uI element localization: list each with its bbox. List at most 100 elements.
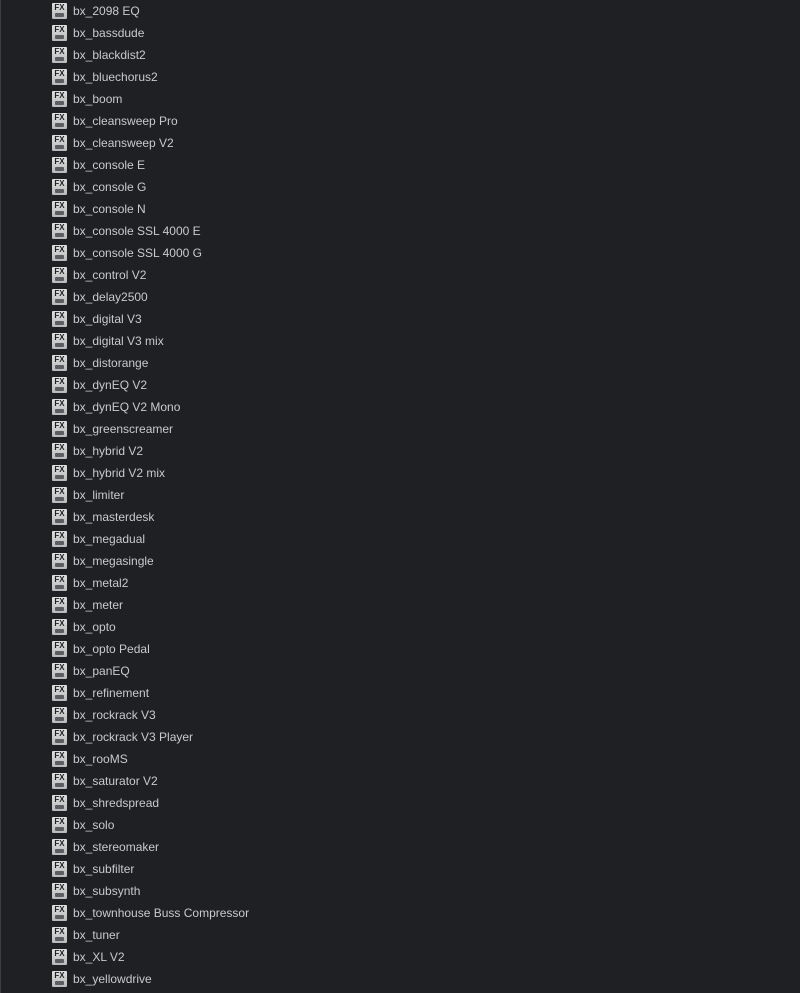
plugin-list-item[interactable]: FX bx_panEQ (52, 660, 130, 682)
plugin-list-item[interactable]: FX bx_townhouse Buss Compressor (52, 902, 249, 924)
fx-plugin-icon: FX (52, 575, 67, 591)
plugin-name-label: bx_yellowdrive (73, 972, 152, 986)
plugin-list-item[interactable]: FX bx_opto (52, 616, 116, 638)
fx-icon-text: FX (54, 3, 65, 12)
plugin-name-label: bx_greenscreamer (73, 422, 174, 436)
fx-icon-plate (55, 673, 64, 677)
fx-icon-text: FX (54, 47, 65, 56)
plugin-list-item[interactable]: FX bx_opto Pedal (52, 638, 150, 660)
plugin-list-item[interactable]: FX bx_digital V3 (52, 308, 142, 330)
fx-icon-plate (55, 233, 64, 237)
plugin-list-item[interactable]: FX bx_distorange (52, 352, 148, 374)
plugin-name-label: bx_boom (73, 92, 123, 106)
plugin-list-item[interactable]: FX bx_megadual (52, 528, 145, 550)
fx-plugin-icon: FX (52, 157, 67, 173)
plugin-list-item[interactable]: FX bx_solo (52, 814, 114, 836)
fx-icon-plate (55, 145, 64, 149)
fx-plugin-icon: FX (52, 685, 67, 701)
fx-icon-plate (55, 299, 64, 303)
fx-icon-text: FX (54, 575, 65, 584)
plugin-name-label: bx_megadual (73, 532, 146, 546)
plugin-list-item[interactable]: FX bx_hybrid V2 mix (52, 462, 165, 484)
fx-icon-plate (55, 211, 64, 215)
plugin-list-item[interactable]: FX bx_delay2500 (52, 286, 148, 308)
plugin-list-item[interactable]: FX bx_bassdude (52, 22, 144, 44)
fx-icon-text: FX (54, 531, 65, 540)
plugin-name-label: bx_opto Pedal (73, 642, 150, 656)
fx-plugin-icon: FX (52, 751, 67, 767)
fx-icon-text: FX (54, 883, 65, 892)
fx-plugin-icon: FX (52, 839, 67, 855)
plugin-name-label: bx_delay2500 (73, 290, 148, 304)
plugin-list-item[interactable]: FX bx_bluechorus2 (52, 66, 158, 88)
plugin-list-item[interactable]: FX bx_shredspread (52, 792, 159, 814)
plugin-list-item[interactable]: FX bx_2098 EQ (52, 0, 140, 22)
plugin-list-item[interactable]: FX bx_dynEQ V2 Mono (52, 396, 180, 418)
fx-icon-plate (55, 827, 64, 831)
fx-plugin-icon: FX (52, 47, 67, 63)
plugin-list-item[interactable]: FX bx_masterdesk (52, 506, 154, 528)
plugin-name-label: bx_digital V3 (73, 312, 142, 326)
plugin-list-item[interactable]: FX bx_stereomaker (52, 836, 159, 858)
plugin-list-item[interactable]: FX bx_subfilter (52, 858, 134, 880)
fx-icon-text: FX (54, 597, 65, 606)
fx-plugin-icon: FX (52, 905, 67, 921)
plugin-list-item[interactable]: FX bx_tuner (52, 924, 120, 946)
plugin-list-item[interactable]: FX bx_XL V2 (52, 946, 125, 968)
plugin-list-item[interactable]: FX bx_boom (52, 88, 122, 110)
fx-icon-text: FX (54, 135, 65, 144)
fx-plugin-icon: FX (52, 311, 67, 327)
fx-icon-plate (55, 959, 64, 963)
plugin-list-item[interactable]: FX bx_console SSL 4000 G (52, 242, 202, 264)
plugin-list-item[interactable]: FX bx_hybrid V2 (52, 440, 143, 462)
plugin-name-label: bx_dynEQ V2 (73, 378, 148, 392)
plugin-list-item[interactable]: FX bx_blackdist2 (52, 44, 146, 66)
fx-plugin-icon: FX (52, 91, 67, 107)
plugin-list-item[interactable]: FX bx_megasingle (52, 550, 154, 572)
plugin-name-label: bx_stereomaker (73, 840, 160, 854)
plugin-name-label: bx_refinement (73, 686, 150, 700)
plugin-list-item[interactable]: FX bx_digital V3 mix (52, 330, 164, 352)
plugin-list-item[interactable]: FX bx_dynEQ V2 (52, 374, 147, 396)
fx-plugin-icon: FX (52, 355, 67, 371)
fx-icon-plate (55, 431, 64, 435)
plugin-list-item[interactable]: FX bx_saturator V2 (52, 770, 158, 792)
fx-icon-plate (55, 519, 64, 523)
fx-icon-text: FX (54, 223, 65, 232)
fx-icon-plate (55, 541, 64, 545)
plugin-name-label: bx_distorange (73, 356, 149, 370)
fx-plugin-icon: FX (52, 179, 67, 195)
fx-icon-plate (55, 629, 64, 633)
plugin-list-item[interactable]: FX bx_rockrack V3 Player (52, 726, 193, 748)
fx-plugin-icon: FX (52, 619, 67, 635)
plugin-name-label: bx_digital V3 mix (73, 334, 164, 348)
plugin-list-item[interactable]: FX bx_console E (52, 154, 145, 176)
fx-plugin-icon: FX (52, 377, 67, 393)
fx-icon-plate (55, 497, 64, 501)
plugin-list-item[interactable]: FX bx_cleansweep V2 (52, 132, 174, 154)
plugin-list-item[interactable]: FX bx_refinement (52, 682, 149, 704)
plugin-list-item[interactable]: FX bx_rooMS (52, 748, 128, 770)
plugin-list-item[interactable]: FX bx_cleansweep Pro (52, 110, 178, 132)
fx-plugin-icon: FX (52, 201, 67, 217)
plugin-name-label: bx_saturator V2 (73, 774, 158, 788)
plugin-list-item[interactable]: FX bx_limiter (52, 484, 124, 506)
fx-icon-text: FX (54, 201, 65, 210)
plugin-list-item[interactable]: FX bx_metal2 (52, 572, 128, 594)
plugin-list-item[interactable]: FX bx_subsynth (52, 880, 140, 902)
fx-icon-plate (55, 805, 64, 809)
fx-icon-text: FX (54, 179, 65, 188)
fx-icon-plate (55, 871, 64, 875)
plugin-list-item[interactable]: FX bx_greenscreamer (52, 418, 173, 440)
fx-icon-text: FX (54, 289, 65, 298)
plugin-list-item[interactable]: FX bx_console G (52, 176, 146, 198)
plugin-name-label: bx_control V2 (73, 268, 147, 282)
plugin-list-item[interactable]: FX bx_yellowdrive (52, 968, 152, 990)
plugin-list-item[interactable]: FX bx_rockrack V3 (52, 704, 156, 726)
plugin-list-item[interactable]: FX bx_control V2 (52, 264, 146, 286)
plugin-list-item[interactable]: FX bx_console SSL 4000 E (52, 220, 201, 242)
plugin-list-item[interactable]: FX bx_meter (52, 594, 123, 616)
plugin-list-item[interactable]: FX bx_console N (52, 198, 146, 220)
fx-plugin-icon: FX (52, 817, 67, 833)
fx-icon-plate (55, 739, 64, 743)
